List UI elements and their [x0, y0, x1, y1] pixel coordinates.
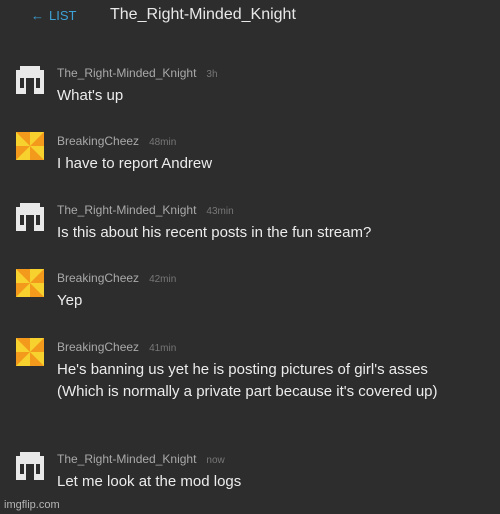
message-timestamp: 43min — [206, 206, 234, 217]
cheese-pinwheel-icon[interactable] — [16, 269, 44, 297]
message-username[interactable]: The_Right-Minded_Knight — [57, 66, 196, 80]
cheese-pinwheel-icon[interactable] — [16, 338, 44, 366]
knight-helmet-icon[interactable] — [16, 66, 44, 94]
message-text: Is this about his recent posts in the fu… — [57, 224, 372, 241]
message-header: The_Right-Minded_Knight 3h — [57, 66, 218, 80]
message-timestamp: 48min — [149, 137, 177, 148]
message-username[interactable]: The_Right-Minded_Knight — [57, 452, 196, 466]
message-timestamp: 42min — [149, 274, 177, 285]
message-text: Yep — [57, 292, 83, 309]
message-text: Let me look at the mod logs — [57, 473, 242, 490]
message-timestamp: 41min — [149, 343, 177, 354]
chat-window: ← LIST The_Right-Minded_Knight The_Right… — [0, 0, 500, 514]
message-header: The_Right-Minded_Knight 43min — [57, 203, 234, 217]
message-timestamp: 3h — [206, 69, 218, 80]
imgflip-watermark: imgflip.com — [4, 499, 60, 511]
message-list: The_Right-Minded_Knight 3h What's up Bre… — [0, 0, 500, 514]
message-username[interactable]: BreakingCheez — [57, 340, 139, 354]
message-header: BreakingCheez 42min — [57, 271, 176, 285]
message-header: BreakingCheez 41min — [57, 340, 176, 354]
knight-helmet-icon[interactable] — [16, 452, 44, 480]
message-username[interactable]: BreakingCheez — [57, 271, 139, 285]
message-timestamp: now — [206, 455, 225, 466]
message-username[interactable]: The_Right-Minded_Knight — [57, 203, 196, 217]
cheese-pinwheel-icon[interactable] — [16, 132, 44, 160]
message-header: The_Right-Minded_Knight now — [57, 452, 225, 466]
message-text: He's banning us yet he is posting pictur… — [57, 361, 438, 400]
message-username[interactable]: BreakingCheez — [57, 134, 139, 148]
message-text: I have to report Andrew — [57, 155, 213, 172]
knight-helmet-icon[interactable] — [16, 203, 44, 231]
message-text: What's up — [57, 87, 124, 104]
message-header: BreakingCheez 48min — [57, 134, 176, 148]
